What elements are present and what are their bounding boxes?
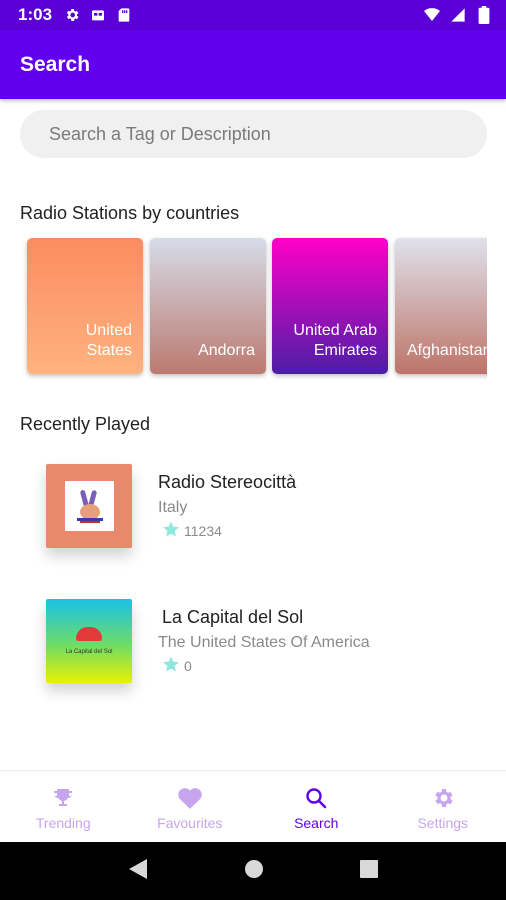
station-country: The United States Of America bbox=[158, 634, 370, 651]
station-name: La Capital del Sol bbox=[162, 607, 304, 627]
station-country: Italy bbox=[158, 499, 188, 516]
heart-icon bbox=[177, 785, 203, 811]
battery-icon bbox=[476, 6, 492, 24]
station-thumbnail bbox=[46, 464, 132, 548]
nav-item-favourites[interactable]: Favourites bbox=[127, 771, 254, 842]
gear-icon bbox=[430, 785, 456, 811]
status-bar: 1:03 bbox=[0, 0, 506, 30]
bottom-navigation: Trending Favourites Search Settings bbox=[0, 770, 506, 842]
page-title: Search bbox=[20, 52, 91, 76]
trophy-icon bbox=[50, 785, 76, 811]
gear-icon bbox=[64, 7, 80, 23]
nav-item-settings[interactable]: Settings bbox=[380, 771, 506, 842]
capital-del-sol-logo-icon bbox=[76, 627, 102, 641]
nav-item-search[interactable]: Search bbox=[253, 771, 380, 842]
country-card-united-arab-emirates[interactable]: United Arab Emirates bbox=[272, 238, 388, 374]
station-thumbnail: La Capital del Sol bbox=[46, 599, 132, 683]
recent-section-title: Recently Played bbox=[20, 414, 151, 434]
nav-label: Favourites bbox=[157, 815, 223, 831]
search-bar[interactable] bbox=[20, 110, 487, 158]
nav-label: Trending bbox=[35, 815, 91, 831]
station-rating: 0 bbox=[162, 655, 192, 676]
countries-section-title: Radio Stations by countries bbox=[20, 203, 240, 223]
rating-count: 11234 bbox=[184, 522, 222, 539]
wifi-icon bbox=[424, 7, 440, 23]
signal-icon bbox=[450, 7, 466, 23]
status-time: 1:03 bbox=[18, 5, 53, 24]
home-icon[interactable] bbox=[244, 859, 264, 884]
thumbnail-caption: La Capital del Sol bbox=[65, 649, 113, 655]
peace-hand-logo-icon bbox=[65, 481, 114, 531]
country-card-label: United States bbox=[85, 322, 132, 359]
nav-label: Search bbox=[294, 815, 339, 831]
country-card-united-states[interactable]: United States bbox=[27, 238, 143, 374]
sim-card-icon bbox=[90, 7, 106, 23]
rating-count: 0 bbox=[184, 657, 192, 674]
search-icon bbox=[303, 785, 329, 811]
country-card-andorra[interactable]: Andorra bbox=[150, 238, 266, 374]
back-icon[interactable] bbox=[128, 858, 148, 885]
star-icon bbox=[162, 655, 180, 676]
country-card-afghanistan[interactable]: Afghanistan bbox=[395, 238, 487, 374]
app-bar: Search bbox=[0, 30, 506, 99]
country-card-label: United Arab Emirates bbox=[293, 322, 377, 359]
sd-card-icon bbox=[116, 7, 132, 23]
nav-label: Settings bbox=[417, 815, 469, 831]
station-rating: 11234 bbox=[162, 520, 222, 541]
system-navigation-bar bbox=[0, 842, 506, 900]
station-name: Radio Stereocittà bbox=[158, 472, 297, 492]
nav-item-trending[interactable]: Trending bbox=[0, 771, 127, 842]
countries-carousel[interactable]: United States Andorra United Arab Emirat… bbox=[20, 232, 487, 382]
country-card-label: Afghanistan bbox=[407, 342, 487, 359]
star-icon bbox=[162, 520, 180, 541]
list-item[interactable]: Radio Stereocittà Italy 11234 bbox=[0, 450, 506, 570]
list-item[interactable]: La Capital del Sol La Capital del Sol Th… bbox=[0, 585, 506, 705]
recents-icon[interactable] bbox=[360, 859, 378, 883]
country-card-label: Andorra bbox=[198, 342, 255, 359]
search-input[interactable] bbox=[49, 123, 469, 145]
